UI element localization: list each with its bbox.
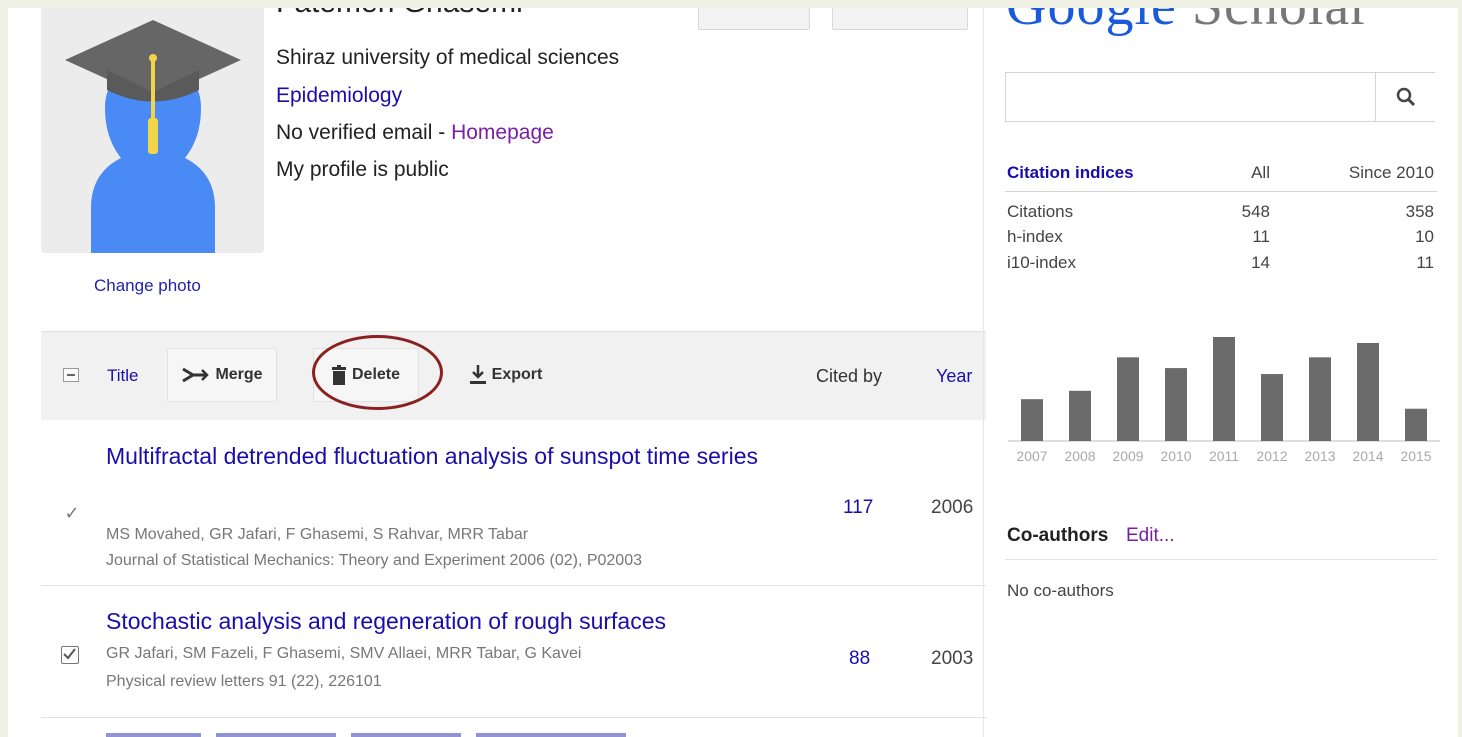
citation-indices-header[interactable]: Citation indices [1007, 163, 1134, 183]
chart-tick-label-2014: 2014 [1352, 448, 1383, 464]
citations-per-year-chart: 2007 2008 2009 2010 2011 2012 2013 2014 2015 [1008, 337, 1440, 464]
citation-row-label: h-index [1007, 227, 1063, 246]
chart-tick-label-2010: 2010 [1160, 448, 1191, 464]
no-coauthors-text: No co-authors [1007, 581, 1114, 600]
article-checkbox[interactable] [61, 646, 79, 664]
homepage-link[interactable]: Homepage [451, 121, 554, 144]
article-authors: GR Jafari, SM Fazeli, F Ghasemi, SMV All… [106, 645, 582, 662]
article-venue: Journal of Statistical Mechanics: Theory… [106, 552, 642, 569]
chart-bar-2009[interactable] [1117, 357, 1139, 441]
chart-bar-2007[interactable] [1021, 399, 1043, 441]
article-year: 2006 [931, 497, 974, 518]
google-scholar-logo[interactable]: Google Scholar [1006, 8, 1370, 38]
article-authors: MS Movahed, GR Jafari, F Ghasemi, S Rahv… [106, 526, 529, 543]
search-button[interactable] [1375, 73, 1435, 121]
chart-tick-label-2008: 2008 [1064, 448, 1095, 464]
merge-icon [182, 367, 210, 383]
merge-button[interactable]: Merge [167, 348, 277, 402]
profile-email-line: No verified email - Homepage [276, 121, 554, 145]
citation-row-label: Citations [1007, 202, 1074, 221]
chart-bar-2008[interactable] [1069, 390, 1091, 441]
edit-profile-button[interactable] [832, 8, 968, 30]
trash-icon [331, 365, 346, 385]
article-row: Stochastic analysis and regeneration of … [41, 586, 986, 718]
citation-row-all: 14 [1251, 253, 1270, 272]
delete-button[interactable]: Delete [313, 348, 419, 402]
citation-row-all: 11 [1252, 227, 1270, 246]
citation-divider [1005, 191, 1437, 192]
profile-name: Fatemeh Ghasemi [276, 8, 523, 20]
chart-tick-label-2013: 2013 [1304, 448, 1335, 464]
chart-bar-2012[interactable] [1261, 374, 1283, 441]
checkmark-icon [63, 648, 76, 660]
article-title-link[interactable]: Stochastic analysis and regeneration of … [106, 606, 666, 636]
scholar-profile-page: Change photo Fatemeh Ghasemi Shiraz univ… [8, 8, 1458, 737]
export-button[interactable]: Export [452, 348, 560, 402]
cited-by-link[interactable]: 117 [843, 497, 873, 519]
logo-scholar: Scholar [1192, 8, 1370, 37]
profile-avatar[interactable] [41, 8, 264, 253]
chart-tick-label-2015: 2015 [1400, 448, 1431, 464]
sort-by-title-link[interactable]: Title [107, 366, 139, 386]
follow-button[interactable] [698, 8, 810, 30]
cited-by-column-header[interactable]: Cited by [816, 366, 882, 387]
scholar-search-input[interactable] [1006, 73, 1376, 121]
chart-bar-2010[interactable] [1165, 368, 1187, 441]
scholar-search-box [1005, 72, 1435, 122]
citation-col-since: Since 2010 [1348, 163, 1434, 182]
citation-row-since: 10 [1415, 227, 1434, 246]
default-avatar-icon [65, 20, 241, 253]
profile-visibility: My profile is public [276, 158, 449, 181]
select-all-checkbox[interactable] [63, 368, 79, 382]
chart-tick-label-2012: 2012 [1256, 448, 1287, 464]
download-icon [469, 365, 486, 384]
merge-label: Merge [215, 366, 263, 383]
article-year: 2003 [931, 648, 974, 669]
citation-col-all: All [1251, 163, 1270, 182]
chart-bar-2014[interactable] [1357, 342, 1379, 441]
article-row-partial [106, 725, 706, 737]
article-row: Multifractal detrended fluctuation analy… [41, 419, 986, 586]
citation-row-all: 548 [1241, 202, 1270, 221]
sort-by-year-link[interactable]: Year [936, 366, 972, 387]
chart-tick-label-2009: 2009 [1112, 448, 1143, 464]
citation-row-label: i10-index [1007, 253, 1076, 272]
coauthors-edit-link[interactable]: Edit... [1126, 525, 1175, 547]
column-divider [983, 8, 984, 737]
coauthors-title: Co-authors [1007, 525, 1109, 546]
search-icon [1396, 87, 1415, 107]
citation-row-since: 358 [1405, 202, 1434, 221]
article-checkbox[interactable]: ✓ [63, 504, 81, 522]
delete-label: Delete [351, 366, 401, 383]
chart-bar-2015[interactable] [1405, 408, 1427, 441]
chart-tick-label-2007: 2007 [1016, 448, 1047, 464]
cited-by-link[interactable]: 88 [849, 648, 870, 670]
export-label: Export [491, 366, 543, 383]
profile-field-link[interactable]: Epidemiology [276, 84, 402, 108]
chart-bar-2013[interactable] [1309, 357, 1331, 441]
profile-affiliation: Shiraz university of medical sciences [276, 46, 620, 69]
citation-row-since: 11 [1416, 253, 1434, 272]
chart-bar-2011[interactable] [1213, 337, 1235, 441]
coauthors-divider [1005, 559, 1437, 560]
articles-toolbar: Title Merge Delete Export Cited by Year [41, 331, 986, 420]
email-status: No verified email - [276, 121, 452, 144]
article-venue: Physical review letters 91 (22), 226101 [106, 673, 382, 690]
logo-google: Google [1006, 8, 1177, 37]
chart-tick-label-2011: 2011 [1209, 448, 1239, 464]
article-title-link[interactable]: Multifractal detrended fluctuation analy… [106, 441, 806, 471]
change-photo-link[interactable]: Change photo [94, 276, 201, 296]
